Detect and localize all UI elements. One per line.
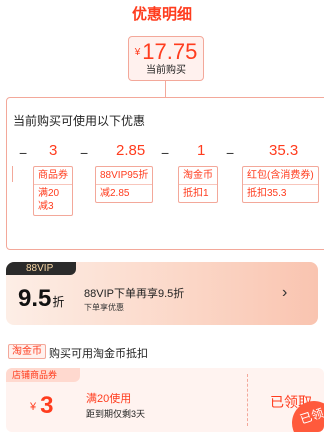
coupon-title: 红包(含消费券) xyxy=(243,167,318,185)
coupon-item-taojinbi: 淘金币 抵扣1 xyxy=(178,166,218,203)
store-coupon-badge: 店铺商品券 xyxy=(6,368,80,382)
minus-sign: − xyxy=(80,145,89,161)
vip-rate-value: 9.5 xyxy=(18,285,52,312)
coupon-item-88vip: 88VIP95折 减2.85 xyxy=(95,166,154,203)
coupon-title: 88VIP95折 xyxy=(96,167,153,185)
coupon-item-goods: 商品券 满20 减3 xyxy=(33,166,73,216)
taojinbi-badge: 淘金币 xyxy=(8,344,46,359)
coupon-title: 商品券 xyxy=(34,167,72,185)
coupon-item-redpacket: 红包(含消费券) 抵扣35.3 xyxy=(242,166,319,203)
current-price-amount: 17.75 xyxy=(142,39,198,64)
store-coupon-card[interactable]: 店铺商品券 ¥3 满20使用 距到期仅剩3天 已领取 已领 xyxy=(6,368,324,432)
bracket-mark xyxy=(12,166,15,182)
dashed-divider xyxy=(247,374,248,426)
discount-value: 35.3 xyxy=(269,142,299,159)
currency-symbol: ¥ xyxy=(30,401,37,413)
store-coupon-value: 3 xyxy=(40,392,54,419)
coupon-line: 抵扣35.3 xyxy=(247,188,287,199)
minus-sign: − xyxy=(161,145,170,161)
coupon-title: 淘金币 xyxy=(179,167,217,185)
vip-discount-card[interactable]: 88VIP 9.5折 88VIP下单再享9.5折 下单享优惠 › xyxy=(6,262,318,325)
coupon-line: 减2.85 xyxy=(100,188,130,199)
coupon-line: 减3 xyxy=(38,201,54,212)
coupon-line: 抵扣1 xyxy=(183,188,209,199)
current-price: ¥17.75 xyxy=(129,40,203,65)
current-price-label: 当前购买 xyxy=(146,65,186,76)
page-title: 优惠明细 xyxy=(131,6,192,23)
currency-symbol: ¥ xyxy=(134,47,141,58)
taojinbi-text: 购买可用淘金币抵扣 xyxy=(49,348,148,360)
price-connector-line xyxy=(165,81,166,98)
discount-detail-heading: 当前购买可使用以下优惠 xyxy=(13,114,146,128)
store-coupon-condition: 满20使用 xyxy=(86,393,132,405)
store-coupon-amount: ¥3 xyxy=(30,392,53,420)
vip-offer-subtext: 下单享优惠 xyxy=(84,303,124,312)
discount-detail-panel: 当前购买可使用以下优惠 − 3 − 2.85 − 1 − 35.3 商品券 满2… xyxy=(6,97,324,250)
store-coupon-expiry: 距到期仅剩3天 xyxy=(86,409,146,419)
vip-rate-unit: 折 xyxy=(52,295,65,309)
chevron-right-icon[interactable]: › xyxy=(282,284,287,302)
vip-offer-text: 88VIP下单再享9.5折 xyxy=(84,288,185,300)
coupon-line: 满20 xyxy=(38,188,60,199)
discount-value: 2.85 xyxy=(116,142,146,159)
minus-sign: − xyxy=(19,145,28,161)
vip-rate: 9.5折 xyxy=(18,285,64,313)
discount-value: 3 xyxy=(49,142,58,159)
vip-badge: 88VIP xyxy=(6,262,76,275)
current-price-box: ¥17.75 当前购买 xyxy=(128,36,204,81)
minus-sign: − xyxy=(226,145,235,161)
discount-value: 1 xyxy=(197,142,206,159)
